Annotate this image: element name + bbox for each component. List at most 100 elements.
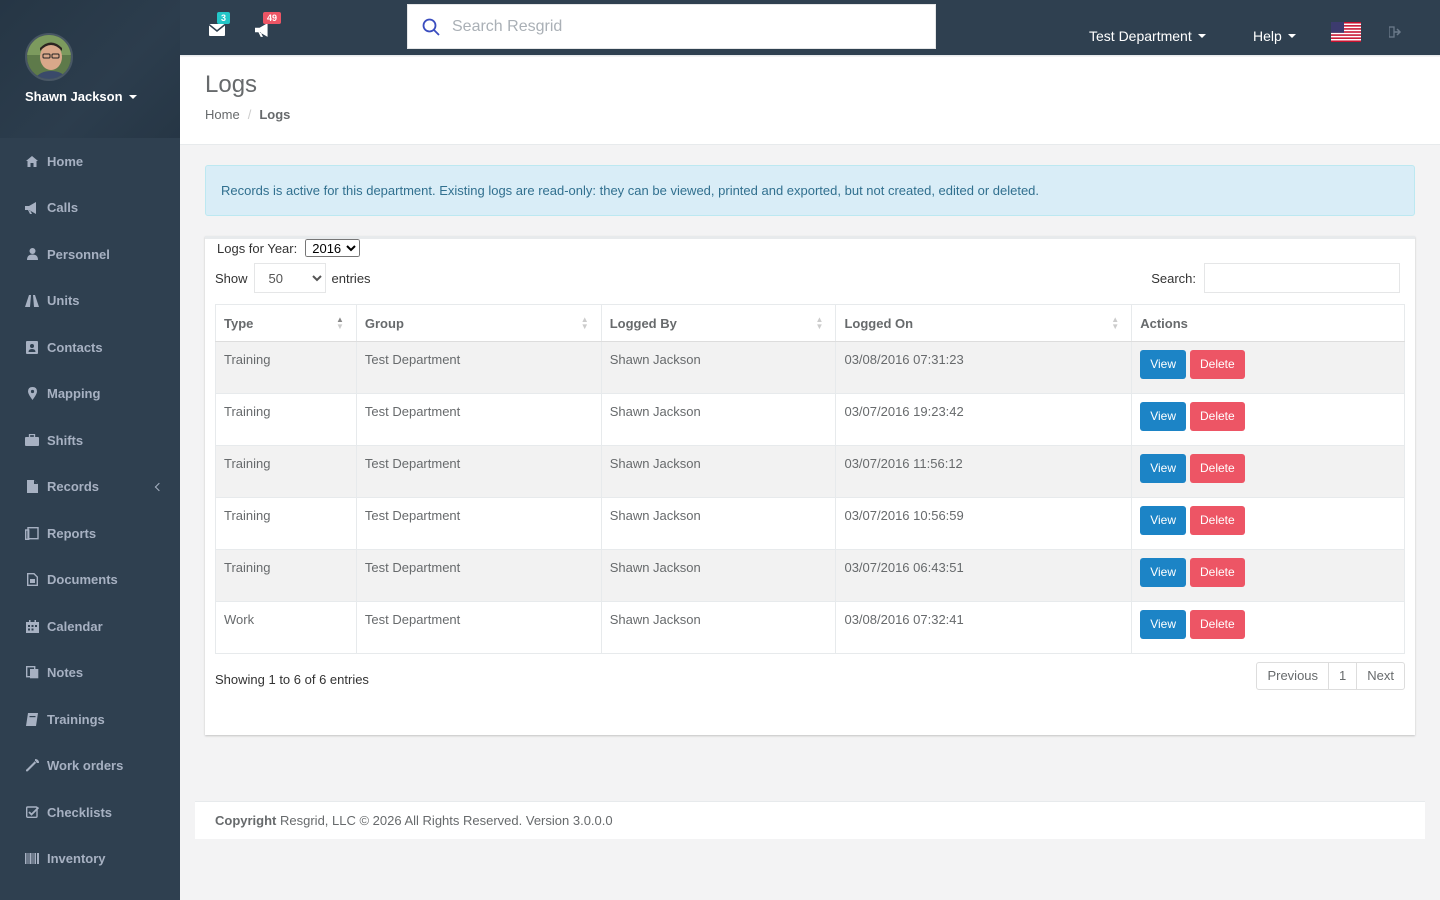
table-row: Training Test Department Shawn Jackson 0… [215,549,1405,602]
sign-out-icon [1388,26,1402,38]
delete-button[interactable]: Delete [1190,610,1245,639]
column-header-label: Type [224,315,254,331]
view-button[interactable]: View [1140,558,1186,587]
sidebar-item-documents[interactable]: Documents [0,557,180,604]
sidebar-item-records[interactable]: Records [0,464,180,511]
notifications-badge: 49 [263,12,282,24]
entries-label: entries [331,270,371,286]
notifications-button[interactable]: 49 [255,12,282,38]
avatar[interactable] [25,33,73,81]
column-header-label: Actions [1140,315,1188,331]
cell-type: Training [215,497,357,550]
department-menu[interactable]: Test Department [1089,28,1206,44]
us-flag-icon[interactable] [1331,22,1361,42]
global-search [407,4,936,49]
sidebar-item-trainings[interactable]: Trainings [0,696,180,743]
book-icon [25,712,39,726]
cell-group: Test Department [355,393,602,446]
checkbox-icon [25,805,39,819]
messages-button[interactable]: 3 [208,12,231,38]
cell-actions: View Delete [1131,549,1405,602]
address-book-icon [25,340,39,354]
sidebar-item-label: Shifts [47,432,84,448]
cell-logged-on: 03/07/2016 19:23:42 [835,393,1133,446]
column-header-group[interactable]: Group ▲ ▼ [355,304,602,342]
help-menu[interactable]: Help [1253,28,1296,44]
sort-icon: ▲ ▼ [580,315,589,331]
column-header-logged-on[interactable]: Logged On ▲ ▼ [835,304,1133,342]
sidebar-item-label: Trainings [47,711,105,727]
view-button[interactable]: View [1140,350,1186,379]
view-button[interactable]: View [1140,454,1186,483]
delete-button[interactable]: Delete [1190,350,1245,379]
table-search: Search: [1151,263,1400,293]
delete-button[interactable]: Delete [1190,402,1245,431]
year-label: Logs for Year: [217,240,298,256]
sidebar-item-label: Mapping [47,386,101,402]
table-row: Training Test Department Shawn Jackson 0… [215,445,1405,498]
sidebar-item-reports[interactable]: Reports [0,510,180,557]
view-button[interactable]: View [1140,402,1186,431]
cell-logged-by: Shawn Jackson [600,393,837,446]
logs-panel: Logs for Year: 2016 Show 50 entries Sear… [205,236,1415,735]
calendar-icon [25,619,39,633]
sidebar-item-contacts[interactable]: Contacts [0,324,180,371]
table-search-input[interactable] [1204,263,1400,293]
cell-actions: View Delete [1131,601,1405,654]
sidebar-item-shifts[interactable]: Shifts [0,417,180,464]
cell-group: Test Department [355,445,602,498]
caret-down-icon [1287,34,1296,38]
previous-page-button[interactable]: Previous [1257,663,1330,689]
sort-icon: ▲ ▼ [1111,315,1120,331]
delete-button[interactable]: Delete [1190,506,1245,535]
delete-button[interactable]: Delete [1190,558,1245,587]
sidebar-item-label: Units [47,293,80,309]
envelope-icon [208,23,226,36]
page-title: Logs [205,71,258,98]
view-button[interactable]: View [1140,610,1186,639]
sidebar-item-calendar[interactable]: Calendar [0,603,180,650]
next-page-button[interactable]: Next [1357,663,1404,689]
sidebar-item-mapping[interactable]: Mapping [0,371,180,418]
view-button[interactable]: View [1140,506,1186,535]
top-navbar: 3 49 Test Department Help [180,0,1440,56]
sidebar-item-checklists[interactable]: Checklists [0,789,180,836]
sidebar-item-label: Work orders [47,758,124,774]
footer: Copyright Resgrid, LLC © 2026 All Rights… [195,801,1425,839]
page-number-button[interactable]: 1 [1329,663,1358,689]
breadcrumb-separator: / [247,107,252,122]
user-icon [25,247,39,261]
sidebar-item-home[interactable]: Home [0,138,180,185]
year-filter: Logs for Year: 2016 [217,239,361,257]
year-select[interactable]: 2016 [305,239,361,257]
cell-logged-on: 03/07/2016 11:56:12 [835,445,1133,498]
department-menu-label: Test Department [1089,28,1192,44]
delete-button[interactable]: Delete [1190,454,1245,483]
logs-table: Type ▲ ▼ Group ▲ ▼ Logged By ▲ ▼ Logged On ▲ ▼ A… [215,304,1405,654]
column-header-label: Logged On [844,315,914,331]
sidebar-item-calls[interactable]: Calls [0,185,180,232]
cell-logged-on: 03/08/2016 07:31:23 [835,341,1133,394]
logout-button[interactable] [1388,26,1403,38]
column-header-type[interactable]: Type ▲ ▼ [215,304,357,342]
sidebar-item-notes[interactable]: Notes [0,650,180,697]
column-header-actions: Actions [1131,304,1405,342]
document-icon [25,573,39,587]
sidebar-item-inventory[interactable]: Inventory [0,836,180,883]
sidebar-item-label: Documents [47,572,118,588]
cell-actions: View Delete [1131,497,1405,550]
user-menu[interactable]: Shawn Jackson [25,89,180,104]
breadcrumb-home[interactable]: Home [205,107,240,122]
sidebar-item-personnel[interactable]: Personnel [0,231,180,278]
sidebar-item-label: Notes [47,665,84,681]
search-input[interactable] [452,17,912,36]
cell-actions: View Delete [1131,341,1405,394]
entries-select[interactable]: 50 [253,263,326,293]
cell-type: Training [215,393,357,446]
sidebar-item-label: Checklists [47,804,113,820]
sidebar-item-units[interactable]: Units [0,278,180,325]
column-header-logged-by[interactable]: Logged By ▲ ▼ [600,304,837,342]
page-heading: Logs Home / Logs [180,57,1440,145]
cell-logged-on: 03/08/2016 07:32:41 [835,601,1133,654]
sidebar-item-work-orders[interactable]: Work orders [0,743,180,790]
